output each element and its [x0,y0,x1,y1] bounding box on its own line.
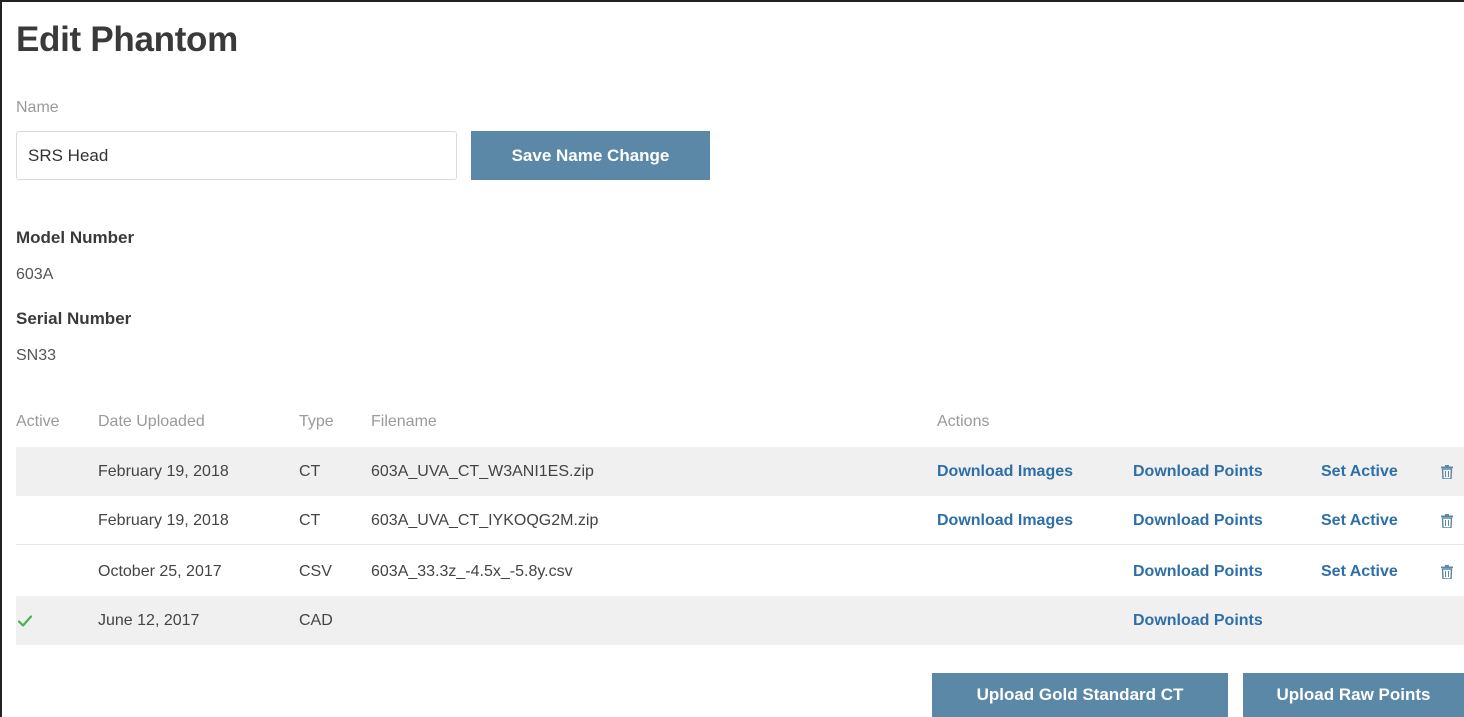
column-header-type: Type [299,413,334,430]
download-points-link[interactable]: Download Points [1133,447,1263,496]
filename-cell: 603A_33.3z_-4.5x_-5.8y.csv [371,562,573,580]
download-points-link[interactable]: Download Points [1133,496,1263,545]
set-active-link[interactable]: Set Active [1321,547,1398,596]
type-cell: CT [299,462,321,480]
upload-raw-points-button[interactable]: Upload Raw Points [1243,673,1464,717]
name-label: Name [16,99,59,116]
checkmark-icon [18,596,32,645]
download-points-link[interactable]: Download Points [1133,596,1263,645]
date-uploaded-cell: February 19, 2018 [98,462,229,480]
serial-number-label: Serial Number [16,309,132,328]
filename-cell: 603A_UVA_CT_W3ANI1ES.zip [371,462,594,480]
table-row: October 25, 2017 CSV 603A_33.3z_-4.5x_-5… [16,547,1464,596]
type-cell: CAD [299,611,333,629]
trash-icon[interactable] [1441,447,1453,496]
trash-icon[interactable] [1441,496,1453,545]
table-row: February 19, 2018 CT 603A_UVA_CT_W3ANI1E… [16,447,1464,496]
date-uploaded-cell: October 25, 2017 [98,562,222,580]
date-uploaded-cell: June 12, 2017 [98,611,200,629]
download-images-link[interactable]: Download Images [937,447,1073,496]
page-title: Edit Phantom [16,20,238,59]
download-points-link[interactable]: Download Points [1133,547,1263,596]
upload-gold-standard-ct-button[interactable]: Upload Gold Standard CT [932,673,1228,717]
type-cell: CSV [299,562,332,580]
date-uploaded-cell: February 19, 2018 [98,511,229,529]
serial-number-value: SN33 [16,347,57,364]
set-active-link[interactable]: Set Active [1321,447,1398,496]
model-number-label: Model Number [16,228,135,247]
column-header-filename: Filename [371,413,437,430]
save-name-change-button[interactable]: Save Name Change [471,131,710,180]
name-input[interactable] [16,131,457,180]
column-header-actions: Actions [937,413,990,430]
download-images-link[interactable]: Download Images [937,496,1073,545]
column-header-date-uploaded: Date Uploaded [98,413,205,430]
table-row: June 12, 2017 CAD Download Points [16,596,1464,645]
model-number-value: 603A [16,266,54,283]
table-row: February 19, 2018 CT 603A_UVA_CT_IYKOQG2… [16,496,1464,545]
set-active-link[interactable]: Set Active [1321,496,1398,545]
trash-icon[interactable] [1441,547,1453,596]
type-cell: CT [299,511,321,529]
filename-cell: 603A_UVA_CT_IYKOQG2M.zip [371,511,599,529]
column-header-active: Active [16,413,60,430]
